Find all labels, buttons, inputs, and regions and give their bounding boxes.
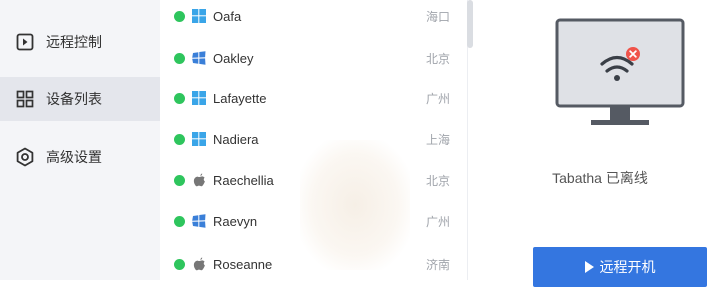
sidebar-item-label: 高级设置 [46,149,102,165]
online-status-dot [174,133,185,145]
play-icon [584,261,594,273]
apple-icon [192,257,206,271]
device-city: 广州 [425,91,450,106]
list-item[interactable]: Oafa 海口 [162,1,462,31]
online-status-dot [174,174,185,186]
device-status-text: Tabatha 已离线 [552,170,648,186]
windows-legacy-icon [192,51,206,65]
remote-boot-button-label: 远程开机 [599,259,656,275]
device-name: Lafayette [213,90,267,106]
online-status-dot [174,92,185,104]
online-status-dot [174,10,185,22]
blurred-overlay [300,140,410,270]
windows-legacy-icon [192,214,206,228]
windows-icon [192,91,206,105]
online-status-dot [174,258,185,270]
device-name: Oafa [213,8,242,24]
offline-monitor-icon [555,18,685,139]
device-city: 济南 [425,257,450,272]
gear-icon [14,146,36,168]
windows-icon [192,132,206,146]
sidebar-item-remote-control[interactable]: 远程控制 [0,20,160,64]
list-item[interactable]: Lafayette 广州 [162,83,462,113]
apple-icon [192,173,206,187]
online-status-dot [174,52,185,64]
offline-badge-icon [626,47,640,61]
windows-icon [192,9,206,23]
sidebar-item-device-list[interactable]: 设备列表 [0,77,160,121]
list-scrollbar[interactable] [467,0,473,48]
sidebar-item-label: 远程控制 [46,34,102,50]
remote-control-icon [14,31,36,53]
device-city: 上海 [425,132,450,147]
list-item[interactable]: Oakley 北京 [162,43,462,73]
device-city: 北京 [425,173,450,188]
device-city: 北京 [425,51,450,66]
remote-boot-button[interactable]: 远程开机 [533,247,707,287]
device-name: Oakley [213,50,254,66]
device-city: 海口 [425,9,450,24]
online-status-dot [174,215,185,227]
sidebar: 远程控制 设备列表 高级设置 [0,0,160,280]
sidebar-item-label: 设备列表 [46,91,102,107]
sidebar-item-advanced-settings[interactable]: 高级设置 [0,135,160,179]
device-list-icon [14,88,36,110]
device-city: 广州 [425,214,450,229]
